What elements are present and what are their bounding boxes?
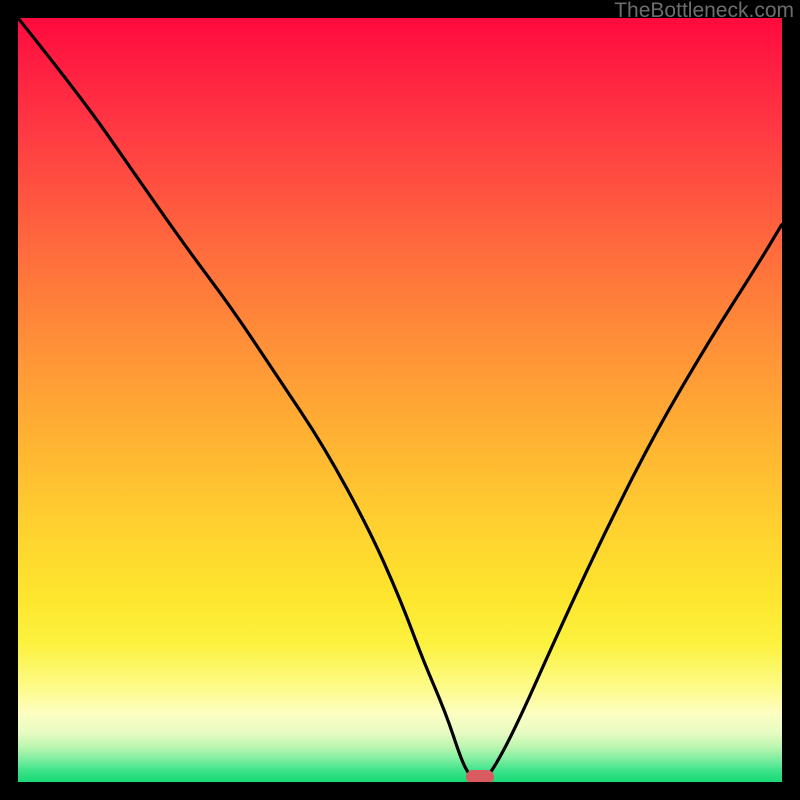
chart-frame: TheBottleneck.com: [0, 0, 800, 800]
plot-area: [18, 18, 782, 782]
optimal-marker: [466, 770, 494, 782]
watermark-text: TheBottleneck.com: [614, 0, 794, 23]
bottleneck-curve: [18, 18, 782, 782]
